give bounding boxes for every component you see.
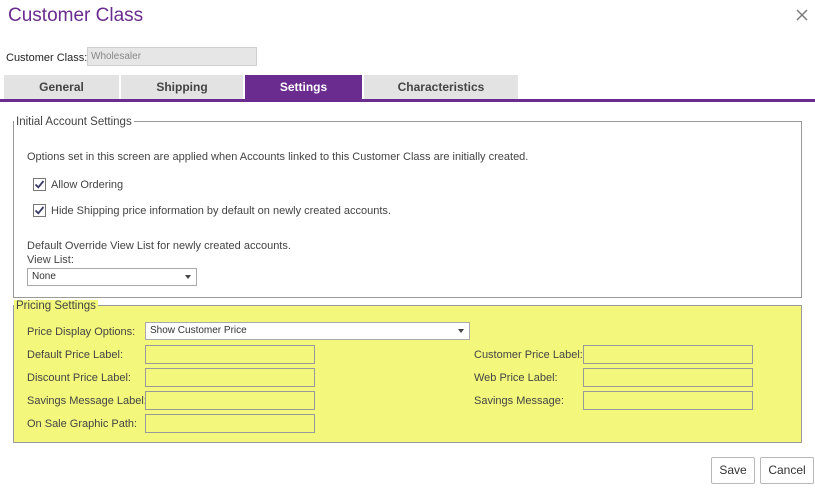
dialog-title: Customer Class	[8, 5, 144, 26]
customer-price-label-label: Customer Price Label:	[474, 349, 583, 361]
discount-price-label-input[interactable]	[145, 368, 315, 387]
savings-message-input[interactable]	[583, 391, 753, 410]
tab-general[interactable]: General	[4, 75, 119, 99]
customer-class-label: Customer Class:	[6, 52, 88, 64]
discount-price-label-label: Discount Price Label:	[27, 372, 131, 384]
on-sale-graphic-path-input[interactable]	[145, 414, 315, 433]
pricing-settings-legend: Pricing Settings	[14, 300, 98, 312]
allow-ordering-checkbox[interactable]	[33, 178, 46, 191]
tab-settings[interactable]: Settings	[245, 75, 362, 99]
on-sale-graphic-path-label: On Sale Graphic Path:	[27, 418, 138, 430]
customer-price-label-input[interactable]	[583, 345, 753, 364]
tab-underline	[0, 99, 815, 102]
tab-shipping[interactable]: Shipping	[121, 75, 243, 99]
close-icon[interactable]	[795, 8, 809, 22]
tab-characteristics[interactable]: Characteristics	[364, 75, 518, 99]
savings-message-label-label: Savings Message Label:	[27, 395, 147, 407]
savings-message-label: Savings Message:	[474, 395, 564, 407]
hide-shipping-checkbox[interactable]	[33, 204, 46, 217]
account-settings-description: Options set in this screen are applied w…	[27, 151, 529, 163]
web-price-label-label: Web Price Label:	[474, 372, 558, 384]
hide-shipping-label: Hide Shipping price information by defau…	[51, 205, 391, 217]
price-display-value: Show Customer Price	[150, 325, 247, 336]
default-price-label-input[interactable]	[145, 345, 315, 364]
price-display-select[interactable]: Show Customer Price	[145, 322, 470, 340]
allow-ordering-label: Allow Ordering	[51, 179, 124, 191]
default-price-label-label: Default Price Label:	[27, 349, 123, 361]
chevron-down-icon	[458, 329, 464, 333]
cancel-button[interactable]: Cancel	[760, 457, 814, 484]
view-list-value: None	[32, 271, 56, 282]
initial-account-settings-legend: Initial Account Settings	[14, 116, 134, 128]
view-list-select[interactable]: None	[27, 268, 197, 286]
view-list-label: View List:	[27, 254, 74, 266]
savings-message-label-input[interactable]	[145, 391, 315, 410]
chevron-down-icon	[185, 275, 191, 279]
price-display-label: Price Display Options:	[27, 326, 136, 338]
customer-class-input[interactable]	[87, 47, 257, 66]
web-price-label-input[interactable]	[583, 368, 753, 387]
override-view-list-text: Default Override View List for newly cre…	[27, 240, 291, 252]
save-button[interactable]: Save	[711, 457, 755, 484]
